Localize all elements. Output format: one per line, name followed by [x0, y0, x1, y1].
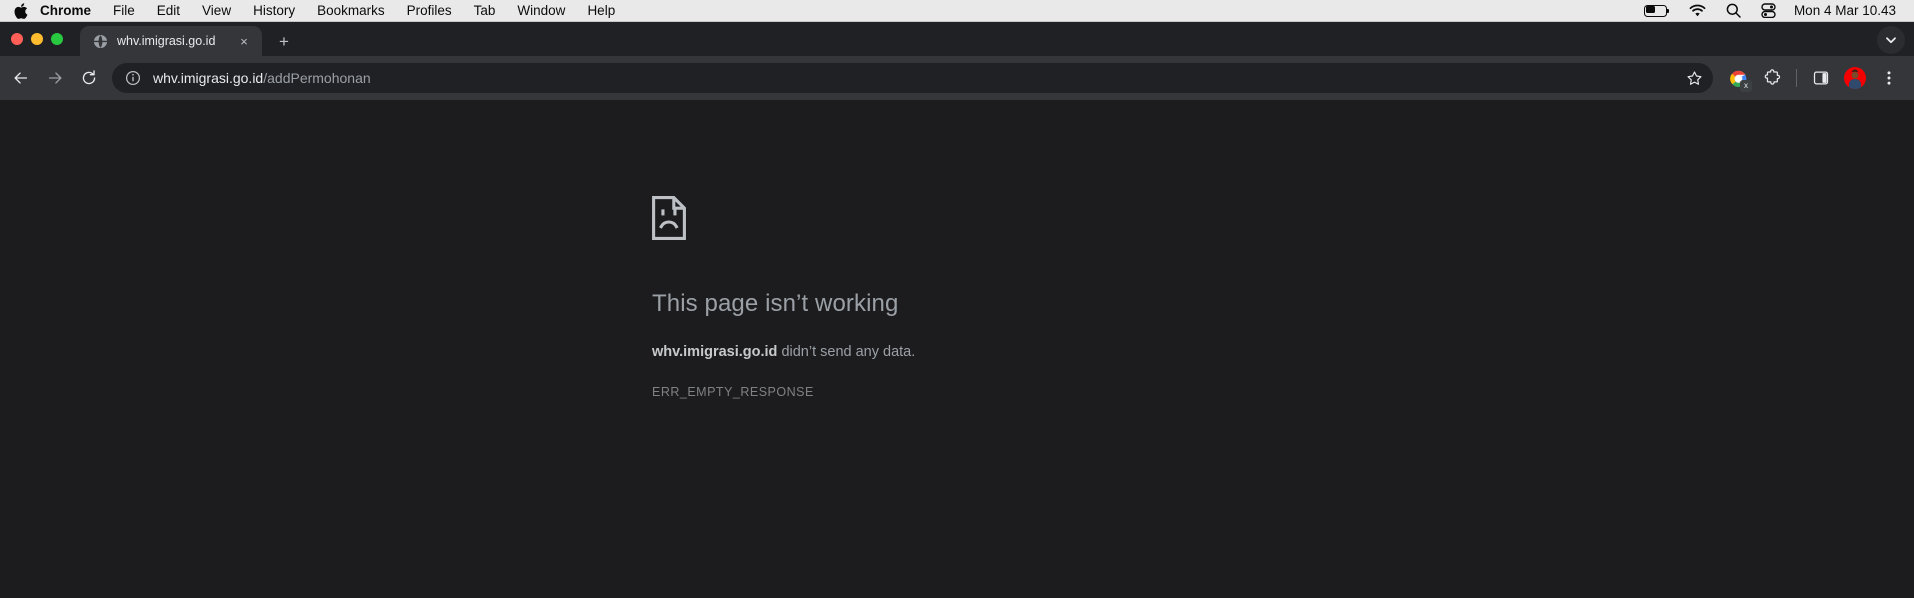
control-center-icon[interactable] — [1751, 3, 1786, 18]
menu-item-bookmarks[interactable]: Bookmarks — [306, 0, 396, 22]
menu-bar-clock[interactable]: Mon 4 Mar 10.43 — [1786, 3, 1900, 18]
url-host: whv.imigrasi.go.id — [153, 70, 264, 86]
url-path: /addPermohonan — [263, 70, 371, 86]
menu-item-profiles[interactable]: Profiles — [396, 0, 463, 22]
browser-toolbar: whv.imigrasi.go.id/addPermohonan x — [0, 56, 1914, 100]
error-subtitle-host: whv.imigrasi.go.id — [652, 344, 778, 360]
puzzle-extension-icon[interactable]: x — [1721, 61, 1755, 95]
wifi-icon[interactable] — [1679, 4, 1716, 17]
chrome-window: whv.imigrasi.go.id × + whv.imigrasi.go.i… — [0, 22, 1914, 598]
omnibox[interactable]: whv.imigrasi.go.id/addPermohonan — [112, 63, 1713, 93]
tab-close-button[interactable]: × — [235, 32, 253, 50]
star-icon[interactable] — [1681, 65, 1707, 91]
error-page-content: This page isn’t working whv.imigrasi.go.… — [0, 100, 1914, 598]
forward-arrow-icon[interactable] — [38, 61, 72, 95]
error-title: This page isn’t working — [652, 290, 899, 317]
menu-item-chrome[interactable]: Chrome — [32, 0, 102, 22]
toolbar-divider — [1796, 69, 1797, 87]
sad-document-icon — [652, 196, 686, 240]
window-traffic-lights — [11, 22, 80, 56]
new-tab-button[interactable]: + — [270, 27, 298, 55]
menu-item-tab[interactable]: Tab — [463, 0, 507, 22]
tab-strip: whv.imigrasi.go.id × + — [0, 22, 1914, 56]
globe-icon — [92, 33, 108, 49]
battery-icon[interactable] — [1634, 4, 1679, 17]
window-zoom-button[interactable] — [51, 33, 63, 45]
menu-item-file[interactable]: File — [102, 0, 146, 22]
extension-badge: x — [1740, 80, 1752, 92]
three-dot-menu-icon[interactable] — [1872, 61, 1906, 95]
error-subtitle: whv.imigrasi.go.id didn’t send any data. — [652, 344, 1914, 360]
info-circle-icon[interactable] — [124, 69, 142, 87]
menu-item-edit[interactable]: Edit — [146, 0, 191, 22]
chevron-down-icon[interactable] — [1877, 26, 1905, 54]
menu-item-history[interactable]: History — [242, 0, 306, 22]
window-minimize-button[interactable] — [31, 33, 43, 45]
macos-menu-bar: Chrome File Edit View History Bookmarks … — [0, 0, 1914, 22]
profile-avatar[interactable] — [1838, 61, 1872, 95]
error-code: ERR_EMPTY_RESPONSE — [652, 385, 814, 399]
menu-item-view[interactable]: View — [191, 0, 242, 22]
window-close-button[interactable] — [11, 33, 23, 45]
apple-logo-icon[interactable] — [10, 2, 32, 19]
spotlight-search-icon[interactable] — [1716, 3, 1751, 18]
reload-icon[interactable] — [72, 61, 106, 95]
browser-tab[interactable]: whv.imigrasi.go.id × — [80, 26, 262, 56]
back-arrow-icon[interactable] — [4, 61, 38, 95]
extensions-puzzle-icon[interactable] — [1755, 61, 1789, 95]
error-subtitle-rest: didn’t send any data. — [777, 344, 916, 360]
tab-title: whv.imigrasi.go.id — [117, 34, 216, 48]
address-bar-input[interactable]: whv.imigrasi.go.id/addPermohonan — [153, 70, 1681, 86]
side-panel-icon[interactable] — [1804, 61, 1838, 95]
menu-item-help[interactable]: Help — [576, 0, 626, 22]
menu-item-window[interactable]: Window — [506, 0, 576, 22]
